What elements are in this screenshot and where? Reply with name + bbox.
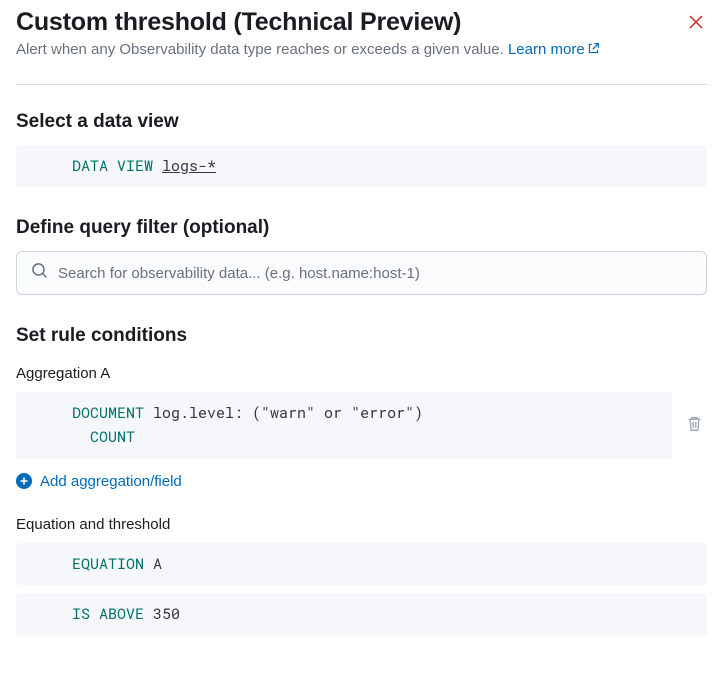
- plus-circle-icon: [16, 473, 32, 489]
- add-aggregation-label: Add aggregation/field: [40, 473, 182, 490]
- aggregation-editor[interactable]: DOCUMENT log.level: ("warn" or "error") …: [16, 392, 672, 459]
- threshold-value: 350: [153, 604, 180, 624]
- agg-document-value: log.level: ("warn" or "error"): [153, 403, 423, 423]
- equation-keyword: EQUATION: [72, 554, 144, 574]
- dataview-heading: Select a data view: [16, 111, 707, 133]
- external-link-icon: [587, 40, 600, 62]
- page-subtitle: Alert when any Observability data type r…: [16, 39, 707, 62]
- equation-value: A: [153, 554, 162, 574]
- equation-editor[interactable]: EQUATION A: [16, 543, 707, 586]
- dataview-keyword: DATA VIEW: [72, 156, 153, 176]
- page-title: Custom threshold (Technical Preview): [16, 8, 461, 37]
- query-filter-field[interactable]: [16, 251, 707, 295]
- search-icon: [31, 262, 48, 284]
- trash-icon: [686, 415, 703, 432]
- agg-keyword-count: COUNT: [90, 427, 135, 447]
- dataview-value[interactable]: logs-*: [162, 156, 216, 176]
- divider: [16, 84, 707, 85]
- close-button[interactable]: [685, 12, 707, 34]
- query-filter-input[interactable]: [58, 265, 692, 282]
- agg-keyword-document: DOCUMENT: [72, 403, 144, 423]
- aggregation-label: Aggregation A: [16, 365, 707, 382]
- close-icon: [689, 15, 703, 29]
- delete-aggregation-button[interactable]: [682, 411, 707, 441]
- learn-more-link[interactable]: Learn more: [508, 41, 600, 58]
- threshold-keyword: IS ABOVE: [72, 604, 144, 624]
- threshold-editor[interactable]: IS ABOVE 350: [16, 593, 707, 636]
- add-aggregation-button[interactable]: Add aggregation/field: [16, 473, 707, 490]
- dataview-selector[interactable]: DATA VIEW logs-*: [16, 145, 707, 188]
- query-heading: Define query filter (optional): [16, 217, 707, 239]
- conditions-heading: Set rule conditions: [16, 325, 707, 347]
- equation-label: Equation and threshold: [16, 516, 707, 533]
